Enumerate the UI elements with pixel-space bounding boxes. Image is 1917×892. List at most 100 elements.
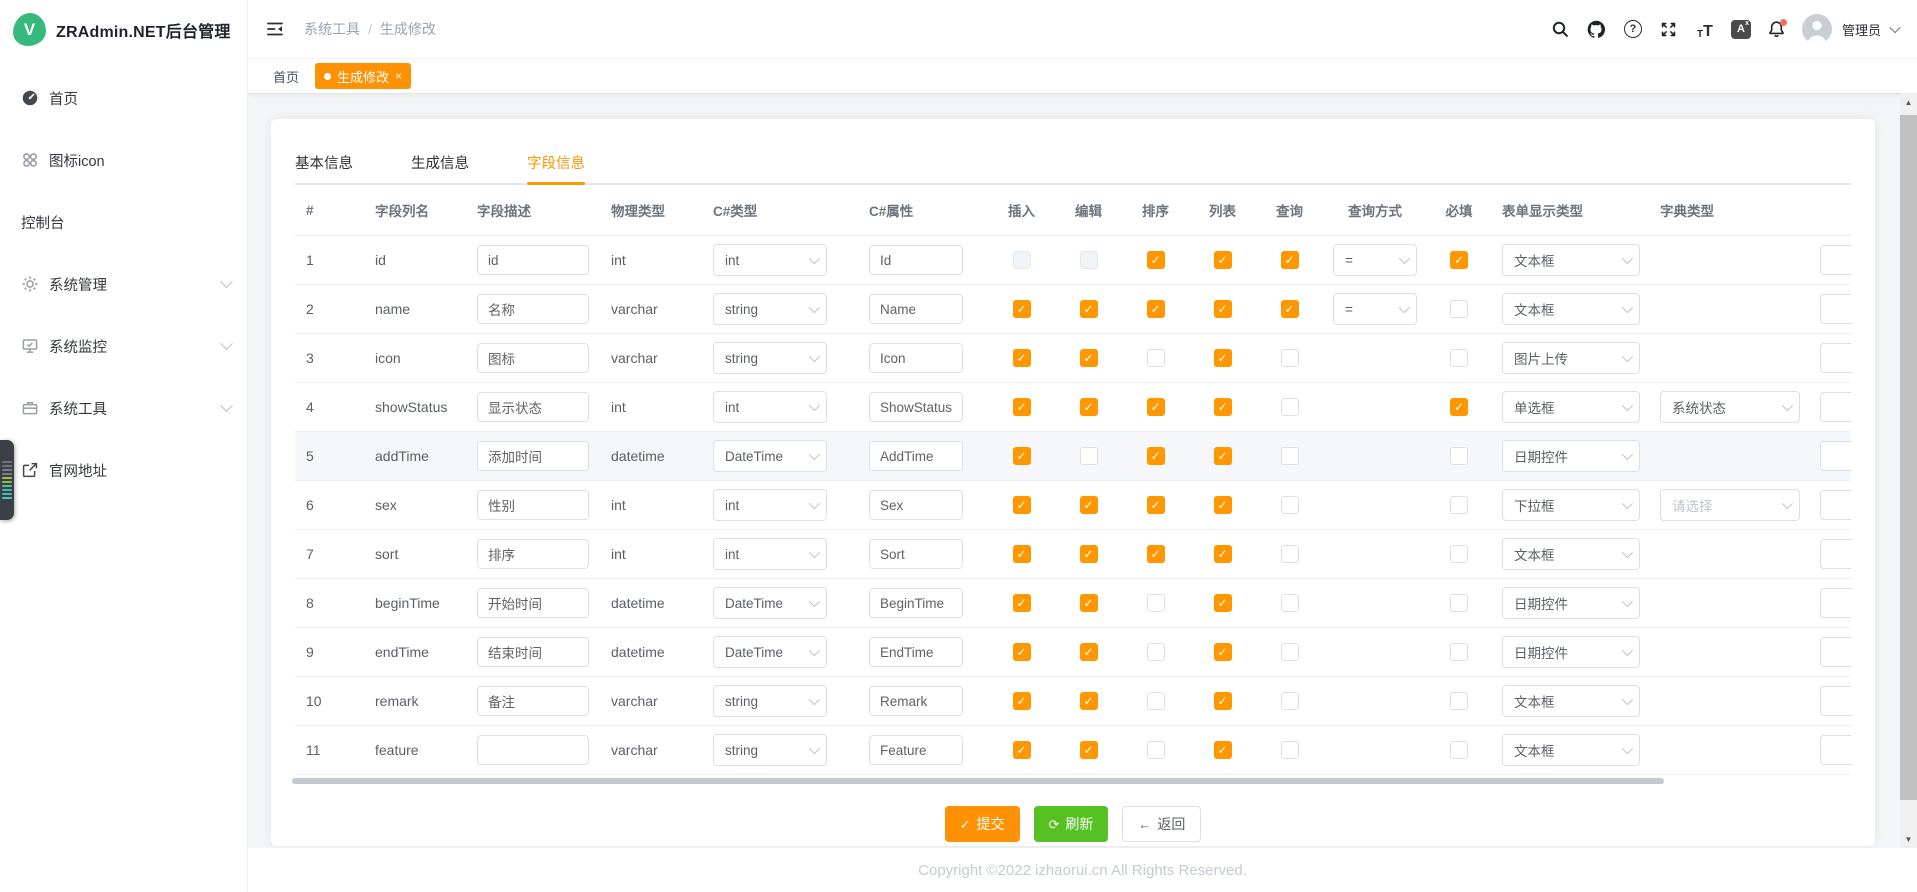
required-checkbox[interactable] (1450, 349, 1468, 367)
list-checkbox[interactable]: ✓ (1214, 398, 1232, 416)
sidebar-item-official-site[interactable]: 官网地址 (0, 439, 247, 501)
avatar[interactable] (1802, 14, 1832, 44)
sidebar-item-home[interactable]: 首页 (0, 67, 247, 129)
cs_type-select[interactable]: int (713, 391, 827, 423)
sidebar-item-icons[interactable]: 图标icon (0, 129, 247, 191)
sort-checkbox[interactable]: ✓ (1147, 251, 1165, 269)
submit-button[interactable]: ✓提交 (945, 806, 1020, 842)
edit-checkbox[interactable]: ✓ (1080, 692, 1098, 710)
vertical-scrollbar[interactable]: ▲ ▼ (1900, 93, 1917, 848)
insert-checkbox[interactable]: ✓ (1013, 643, 1031, 661)
sort-checkbox[interactable]: ✓ (1147, 496, 1165, 514)
insert-checkbox[interactable]: ✓ (1013, 692, 1031, 710)
refresh-button[interactable]: ⟳刷新 (1034, 806, 1109, 842)
query-checkbox[interactable] (1281, 545, 1299, 563)
required-checkbox[interactable] (1450, 300, 1468, 318)
query-checkbox[interactable] (1281, 398, 1299, 416)
list-checkbox[interactable]: ✓ (1214, 545, 1232, 563)
extra-input[interactable] (1820, 490, 1851, 520)
sidebar-item-console[interactable]: 控制台 (0, 191, 247, 253)
display_type-select[interactable]: 日期控件 (1502, 587, 1640, 619)
edit-checkbox[interactable]: ✓ (1080, 594, 1098, 612)
display_type-select[interactable]: 日期控件 (1502, 636, 1640, 668)
required-checkbox[interactable] (1450, 594, 1468, 612)
query-checkbox[interactable] (1281, 741, 1299, 759)
desc-input[interactable] (477, 441, 589, 471)
dict_type-select[interactable]: 请选择 (1660, 489, 1800, 521)
desc-input[interactable] (477, 490, 589, 520)
cs_type-select[interactable]: int (713, 244, 827, 276)
scroll-down-arrow[interactable]: ▼ (1900, 832, 1917, 846)
edit-checkbox[interactable]: ✓ (1080, 300, 1098, 318)
query-checkbox[interactable]: ✓ (1281, 300, 1299, 318)
cs_prop-input[interactable] (869, 686, 963, 716)
query-checkbox[interactable] (1281, 447, 1299, 465)
translate-icon[interactable]: Ax (1730, 18, 1752, 40)
insert-checkbox[interactable]: ✓ (1013, 349, 1031, 367)
help-icon[interactable]: ? (1622, 18, 1644, 40)
dict_type-select[interactable]: 系统状态 (1660, 391, 1800, 423)
list-checkbox[interactable]: ✓ (1214, 251, 1232, 269)
insert-checkbox[interactable]: ✓ (1013, 741, 1031, 759)
insert-checkbox[interactable]: ✓ (1013, 594, 1031, 612)
sort-checkbox[interactable] (1147, 692, 1165, 710)
sort-checkbox[interactable] (1147, 349, 1165, 367)
query-checkbox[interactable] (1281, 496, 1299, 514)
list-checkbox[interactable]: ✓ (1214, 741, 1232, 759)
chevron-down-icon[interactable] (1889, 22, 1900, 33)
desc-input[interactable] (477, 539, 589, 569)
insert-checkbox[interactable]: ✓ (1013, 447, 1031, 465)
extra-input[interactable] (1820, 735, 1851, 765)
cs_type-select[interactable]: DateTime (713, 636, 827, 668)
edit-checkbox[interactable] (1080, 447, 1098, 465)
font-size-icon[interactable]: TT (1694, 18, 1716, 40)
list-checkbox[interactable]: ✓ (1214, 692, 1232, 710)
desc-input[interactable] (477, 294, 589, 324)
required-checkbox[interactable] (1450, 447, 1468, 465)
edit-checkbox[interactable]: ✓ (1080, 349, 1098, 367)
display_type-select[interactable]: 单选框 (1502, 391, 1640, 423)
display_type-select[interactable]: 文本框 (1502, 244, 1640, 276)
cs_type-select[interactable]: string (713, 293, 827, 325)
query-checkbox[interactable] (1281, 692, 1299, 710)
extra-input[interactable] (1820, 539, 1851, 569)
required-checkbox[interactable]: ✓ (1450, 251, 1468, 269)
required-checkbox[interactable] (1450, 643, 1468, 661)
sort-checkbox[interactable]: ✓ (1147, 545, 1165, 563)
extra-input[interactable] (1820, 637, 1851, 667)
edit-checkbox[interactable]: ✓ (1080, 398, 1098, 416)
sort-checkbox[interactable] (1147, 643, 1165, 661)
sidebar-item-system-monitor[interactable]: 系统监控 (0, 315, 247, 377)
query-checkbox[interactable]: ✓ (1281, 251, 1299, 269)
required-checkbox[interactable] (1450, 692, 1468, 710)
required-checkbox[interactable]: ✓ (1450, 398, 1468, 416)
sidebar-item-system-manage[interactable]: 系统管理 (0, 253, 247, 315)
tag-home[interactable]: 首页 (273, 67, 299, 86)
cs_prop-input[interactable] (869, 392, 963, 422)
cs_type-select[interactable]: DateTime (713, 587, 827, 619)
desc-input[interactable] (477, 343, 589, 373)
desc-input[interactable] (477, 392, 589, 422)
query_mode-select[interactable]: = (1333, 293, 1417, 325)
query-checkbox[interactable] (1281, 643, 1299, 661)
menu-collapse-icon[interactable] (264, 18, 286, 40)
edit-checkbox[interactable]: ✓ (1080, 545, 1098, 563)
sort-checkbox[interactable] (1147, 741, 1165, 759)
list-checkbox[interactable]: ✓ (1214, 447, 1232, 465)
query_mode-select[interactable]: = (1333, 244, 1417, 276)
cs_prop-input[interactable] (869, 441, 963, 471)
breadcrumb-item[interactable]: 系统工具 (304, 19, 360, 39)
insert-checkbox[interactable]: ✓ (1013, 545, 1031, 563)
required-checkbox[interactable] (1450, 545, 1468, 563)
tab-generate-info[interactable]: 生成信息 (411, 141, 469, 183)
query-checkbox[interactable] (1281, 594, 1299, 612)
required-checkbox[interactable] (1450, 496, 1468, 514)
cs_type-select[interactable]: int (713, 489, 827, 521)
cs_prop-input[interactable] (869, 245, 963, 275)
list-checkbox[interactable]: ✓ (1214, 300, 1232, 318)
sidebar-item-system-tools[interactable]: 系统工具 (0, 377, 247, 439)
cs_type-select[interactable]: int (713, 538, 827, 570)
list-checkbox[interactable]: ✓ (1214, 349, 1232, 367)
list-checkbox[interactable]: ✓ (1214, 643, 1232, 661)
user-name[interactable]: 管理员 (1842, 20, 1881, 39)
